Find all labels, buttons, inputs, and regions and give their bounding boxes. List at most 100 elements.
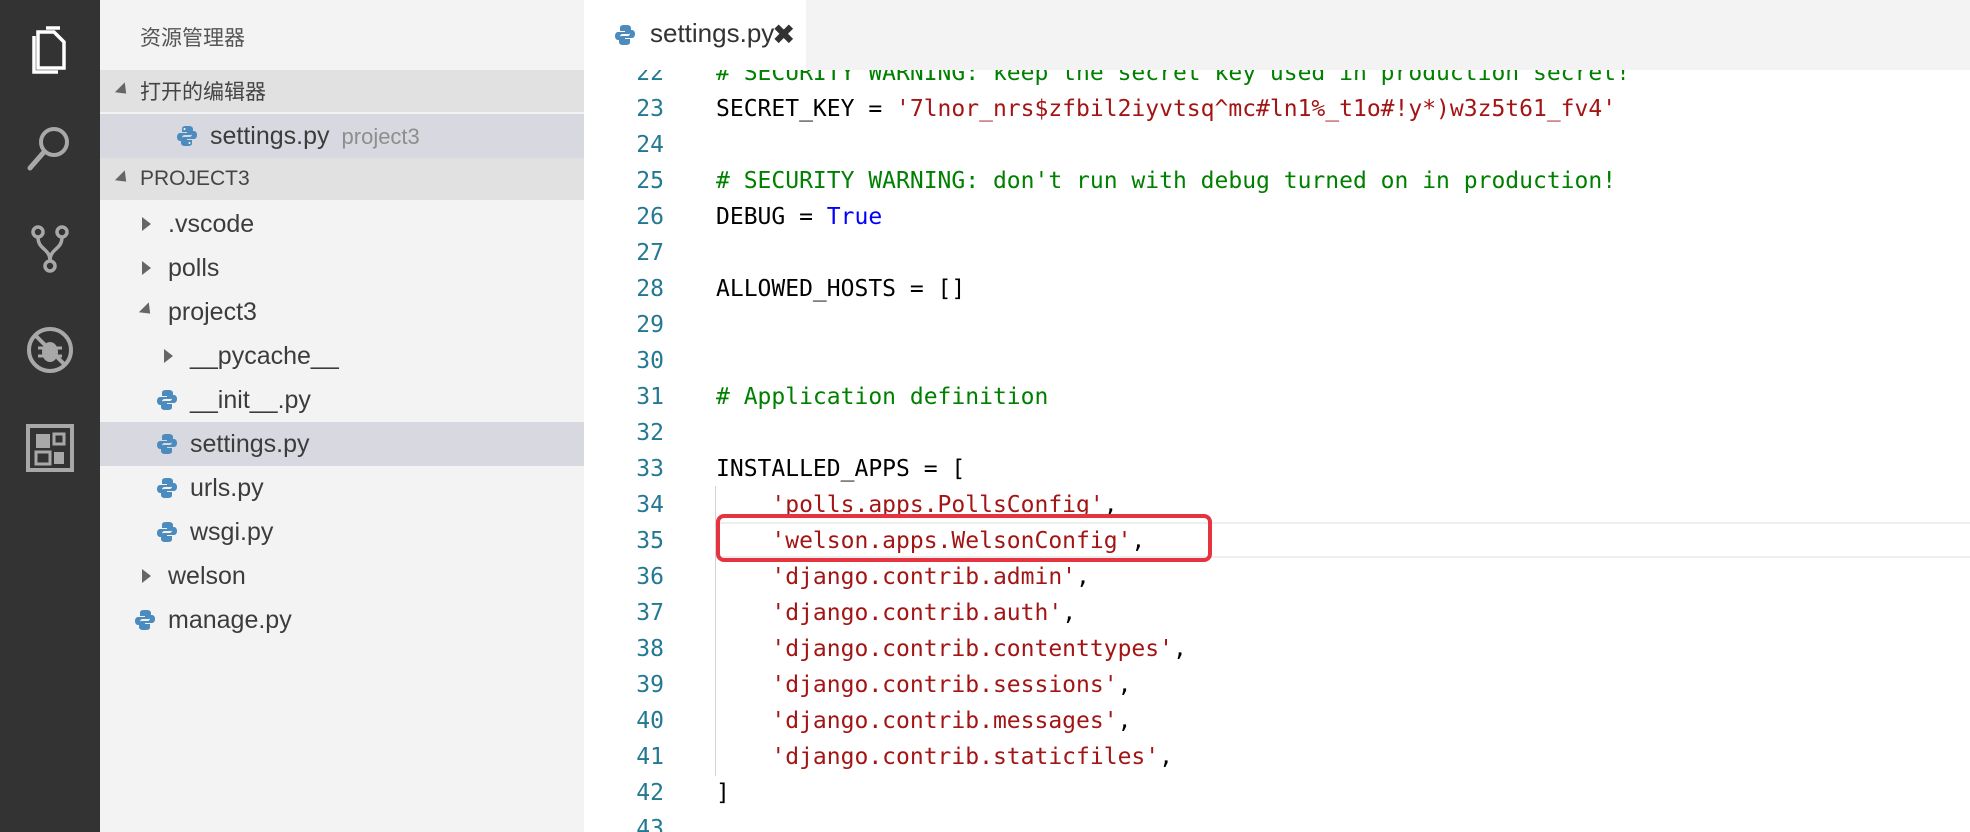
code-line[interactable]: 23 SECRET_KEY = '7lnor_nrs$zfbil2iyvtsq^m… (584, 92, 1970, 128)
python-icon (157, 478, 177, 498)
code-token-plain: , (1117, 672, 1132, 698)
line-number: 39 (636, 672, 664, 698)
explorer-button[interactable] (22, 22, 78, 78)
python-icon (157, 390, 177, 410)
line-number: 35 (636, 528, 664, 554)
explorer-sidebar: 资源管理器 打开的编辑器 settings.py project3 PROJECT… (100, 0, 584, 832)
extensions-button[interactable] (22, 420, 78, 476)
code-line[interactable]: 33 INSTALLED_APPS = [ (584, 452, 1970, 488)
code-token-string: 'django.contrib.staticfiles' (771, 744, 1160, 770)
line-number: 30 (636, 348, 664, 374)
source-control-button[interactable] (22, 220, 78, 276)
activity-bar (0, 0, 100, 832)
code-line[interactable]: 38 'django.contrib.contenttypes', (584, 632, 1970, 668)
source-control-icon (31, 225, 69, 273)
extensions-icon (26, 424, 74, 472)
code-line[interactable]: 39 'django.contrib.sessions', (584, 668, 1970, 704)
code-token-plain: ALLOWED_HOSTS = [] (716, 276, 966, 302)
code-line[interactable]: 32 (584, 416, 1970, 452)
code-token-plain: INSTALLED_APPS = [ (716, 456, 966, 482)
tree-item-label: welson (168, 561, 246, 590)
code-line[interactable]: 29 (584, 308, 1970, 344)
code-line[interactable]: 31 # Application definition (584, 380, 1970, 416)
chevron-right-icon (142, 217, 151, 231)
code-line[interactable]: 25 # SECURITY WARNING: don't run with deb… (584, 164, 1970, 200)
code-line[interactable]: 22 # SECURITY WARNING: keep the secret ke… (584, 70, 1970, 92)
tree-item-urls[interactable]: urls.py (100, 466, 584, 510)
code-line[interactable]: 30 (584, 344, 1970, 380)
tree-item-label: settings.py (190, 429, 310, 458)
tree-item-init[interactable]: __init__.py (100, 378, 584, 422)
line-number: 23 (636, 96, 664, 122)
code-token-comment: # SECURITY WARNING: keep the secret key … (716, 70, 1630, 86)
files-icon (32, 26, 66, 74)
line-number: 40 (636, 708, 664, 734)
tree-item-label: .vscode (168, 209, 255, 238)
tree-item-polls[interactable]: polls (100, 246, 584, 290)
code-token-string: 'django.contrib.admin' (771, 564, 1077, 590)
tree-item-settings[interactable]: settings.py (100, 422, 584, 466)
code-line[interactable]: 24 (584, 128, 1970, 164)
close-icon[interactable]: ✖ (772, 20, 795, 50)
tab-label: settings.py (650, 18, 775, 48)
tab-settings[interactable]: settings.py ✖ (584, 0, 806, 70)
tree-item-wsgi[interactable]: wsgi.py (100, 510, 584, 554)
chevron-down-icon (114, 170, 132, 187)
line-number: 32 (636, 420, 664, 446)
line-number: 36 (636, 564, 664, 590)
code-text: ALLOWED_HOSTS = [] (716, 276, 965, 302)
chevron-down-icon (114, 82, 132, 99)
code-line[interactable]: 37 'django.contrib.auth', (584, 596, 1970, 632)
open-editor-item-settings[interactable]: settings.py project3 (100, 114, 584, 158)
tree-item-welson[interactable]: welson (100, 554, 584, 598)
code-text: 'django.contrib.sessions', (716, 672, 1131, 698)
chevron-right-icon (142, 569, 151, 583)
code-text: SECRET_KEY = '7lnor_nrs$zfbil2iyvtsq^mc#… (716, 96, 1616, 122)
code-token-plain: ] (716, 780, 730, 806)
tree-item-vscode[interactable]: .vscode (100, 202, 584, 246)
open-editors-header[interactable]: 打开的编辑器 (100, 70, 584, 112)
project-header[interactable]: PROJECT3 (100, 158, 584, 200)
line-number: 29 (636, 312, 664, 338)
tree-item-label: wsgi.py (190, 517, 274, 546)
code-token-keyword: True (826, 204, 883, 230)
line-number: 41 (636, 744, 664, 770)
line-number: 24 (636, 132, 664, 158)
tree-item-pycache[interactable]: __pycache__ (100, 334, 584, 378)
open-editor-folder: project3 (341, 123, 420, 149)
python-icon (177, 126, 197, 146)
code-line[interactable]: 42] (584, 776, 1970, 812)
code-token-string: 'django.contrib.contenttypes' (771, 636, 1173, 662)
code-text: # SECURITY WARNING: don't run with debug… (716, 168, 1616, 194)
debug-button[interactable] (22, 322, 78, 378)
line-number: 31 (636, 384, 664, 410)
code-token-plain: DEBUG = (716, 204, 827, 230)
line-number: 28 (636, 276, 664, 302)
line-number: 26 (636, 204, 664, 230)
tree-item-label: __pycache__ (190, 341, 339, 370)
code-token-string: 'django.contrib.sessions' (771, 672, 1118, 698)
project-label: PROJECT3 (140, 167, 250, 190)
code-line[interactable]: 28 ALLOWED_HOSTS = [] (584, 272, 1970, 308)
open-editor-filename: settings.py (210, 121, 330, 150)
code-token-plain: , (1062, 600, 1077, 626)
code-line[interactable]: 26 DEBUG = True (584, 200, 1970, 236)
search-button[interactable] (22, 120, 78, 176)
tree-item-manage[interactable]: manage.py (100, 598, 584, 642)
code-line[interactable]: 36 'django.contrib.admin', (584, 560, 1970, 596)
line-number: 34 (636, 492, 664, 518)
tree-item-label: polls (168, 253, 220, 282)
code-line[interactable]: 27 (584, 236, 1970, 272)
code-token-comment: # SECURITY WARNING: don't run with debug… (716, 168, 1617, 194)
code-line[interactable]: 40 'django.contrib.messages', (584, 704, 1970, 740)
tree-item-label: urls.py (190, 473, 264, 502)
code-line[interactable]: 41 'django.contrib.staticfiles', (584, 740, 1970, 776)
code-text: 'django.contrib.auth', (716, 600, 1076, 626)
tree-item-project3[interactable]: project3 (100, 290, 584, 334)
code-line[interactable]: 43 (584, 812, 1970, 832)
open-editors-label: 打开的编辑器 (140, 81, 266, 104)
code-editor[interactable]: 22 # SECURITY WARNING: keep the secret ke… (584, 70, 1970, 832)
